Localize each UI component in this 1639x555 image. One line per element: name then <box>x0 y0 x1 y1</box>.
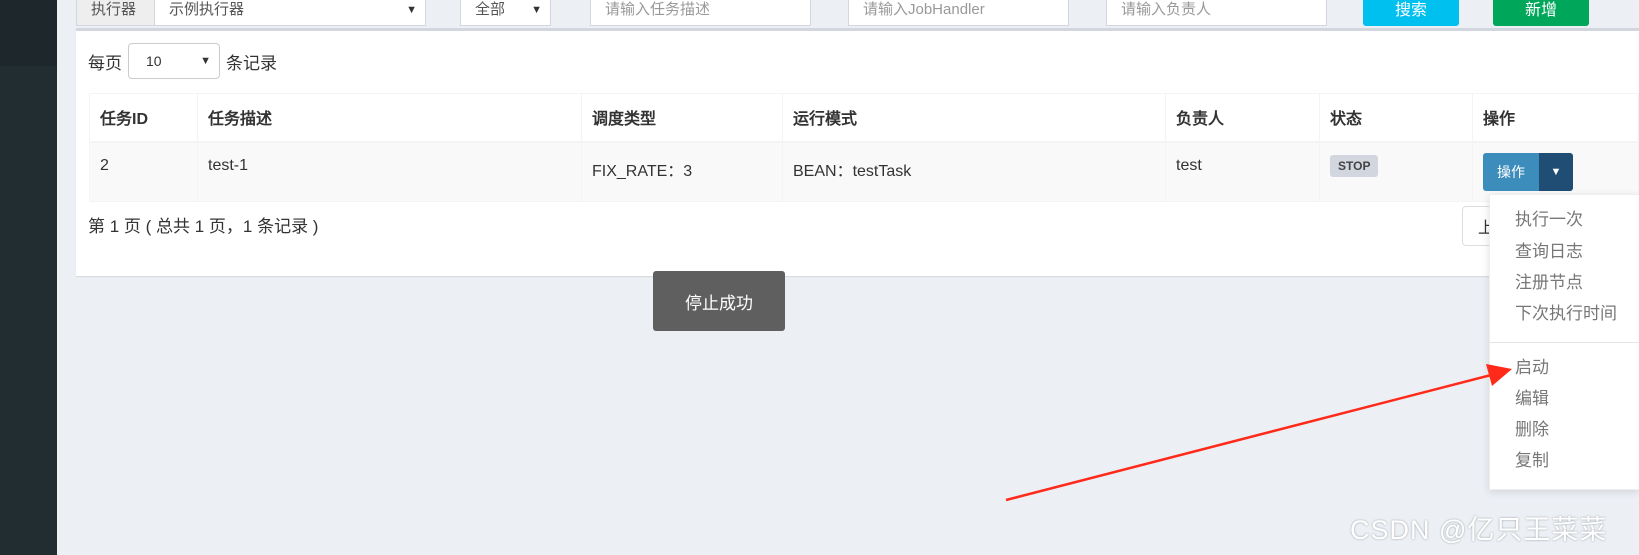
arrow-shaft <box>1005 372 1496 502</box>
annotation-arrow <box>1005 364 1512 502</box>
arrow-head <box>1486 364 1512 386</box>
watermark-text: CSDN @亿只王菜菜 <box>1350 515 1608 545</box>
